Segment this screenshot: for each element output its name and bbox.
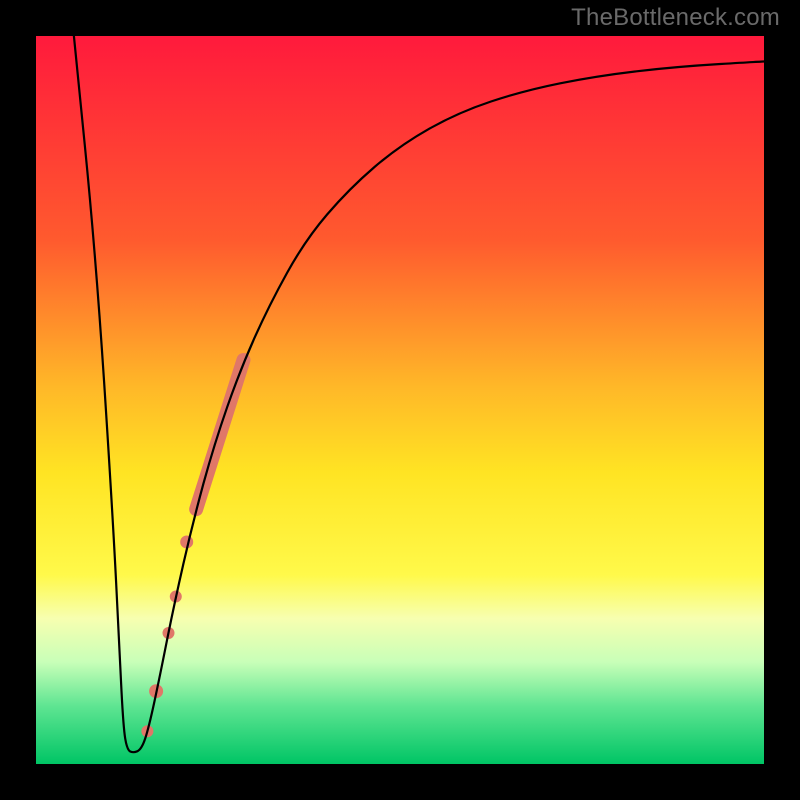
chart-frame: TheBottleneck.com [0,0,800,800]
watermark-text: TheBottleneck.com [571,4,780,32]
bottleneck-chart [0,0,800,800]
